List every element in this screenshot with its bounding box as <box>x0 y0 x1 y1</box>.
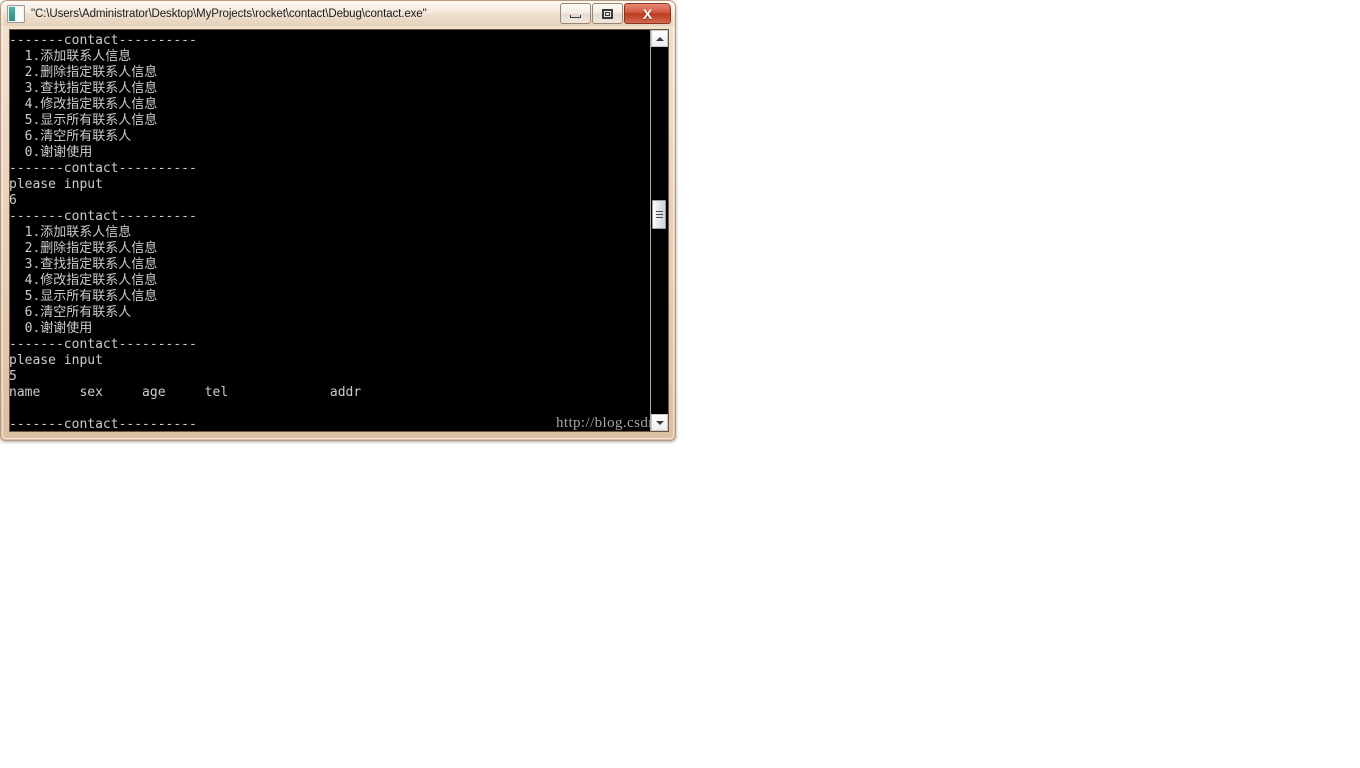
window-controls: X <box>559 3 671 24</box>
console-client-area: -------contact---------- 1.添加联系人信息 2.删除指… <box>9 29 669 432</box>
window-titlebar[interactable]: "C:\Users\Administrator\Desktop\MyProjec… <box>1 1 675 26</box>
scroll-up-arrow-icon <box>655 36 664 41</box>
scroll-down-arrow-icon <box>655 420 664 425</box>
vertical-scrollbar[interactable] <box>650 30 668 431</box>
scroll-up-button[interactable] <box>651 30 668 47</box>
thumb-grip-line <box>655 217 663 218</box>
console-window[interactable]: "C:\Users\Administrator\Desktop\MyProjec… <box>0 0 676 441</box>
thumb-grip-line <box>655 211 663 212</box>
close-button[interactable]: X <box>624 3 671 24</box>
thumb-grip-line <box>655 214 663 215</box>
scrollbar-track[interactable] <box>651 47 668 414</box>
console-output[interactable]: -------contact---------- 1.添加联系人信息 2.删除指… <box>10 30 650 431</box>
maximize-button[interactable] <box>592 3 623 24</box>
console-text: -------contact---------- 1.添加联系人信息 2.删除指… <box>10 33 362 431</box>
scroll-down-button[interactable] <box>651 414 668 431</box>
close-icon: X <box>642 5 653 22</box>
minimize-icon <box>570 14 581 18</box>
window-title: "C:\Users\Administrator\Desktop\MyProjec… <box>31 7 427 20</box>
console-app-icon <box>7 4 25 23</box>
scrollbar-thumb[interactable] <box>652 200 666 229</box>
minimize-button[interactable] <box>560 3 591 24</box>
maximize-icon <box>602 8 613 19</box>
watermark-text: http://blog.csdn.net/ret_skd <box>556 415 650 431</box>
